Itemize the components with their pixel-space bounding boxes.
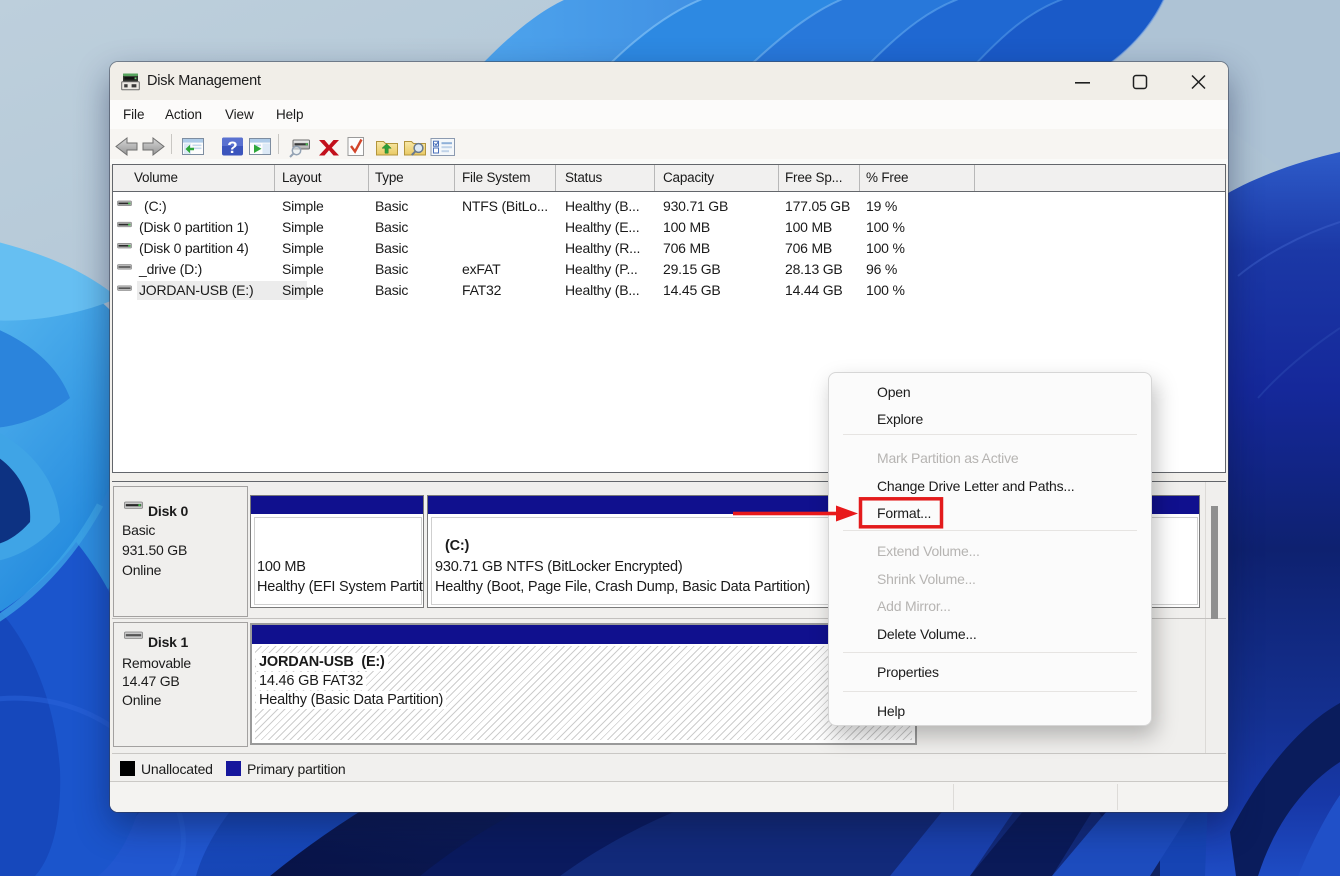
svg-text:?: ? [227,138,237,157]
